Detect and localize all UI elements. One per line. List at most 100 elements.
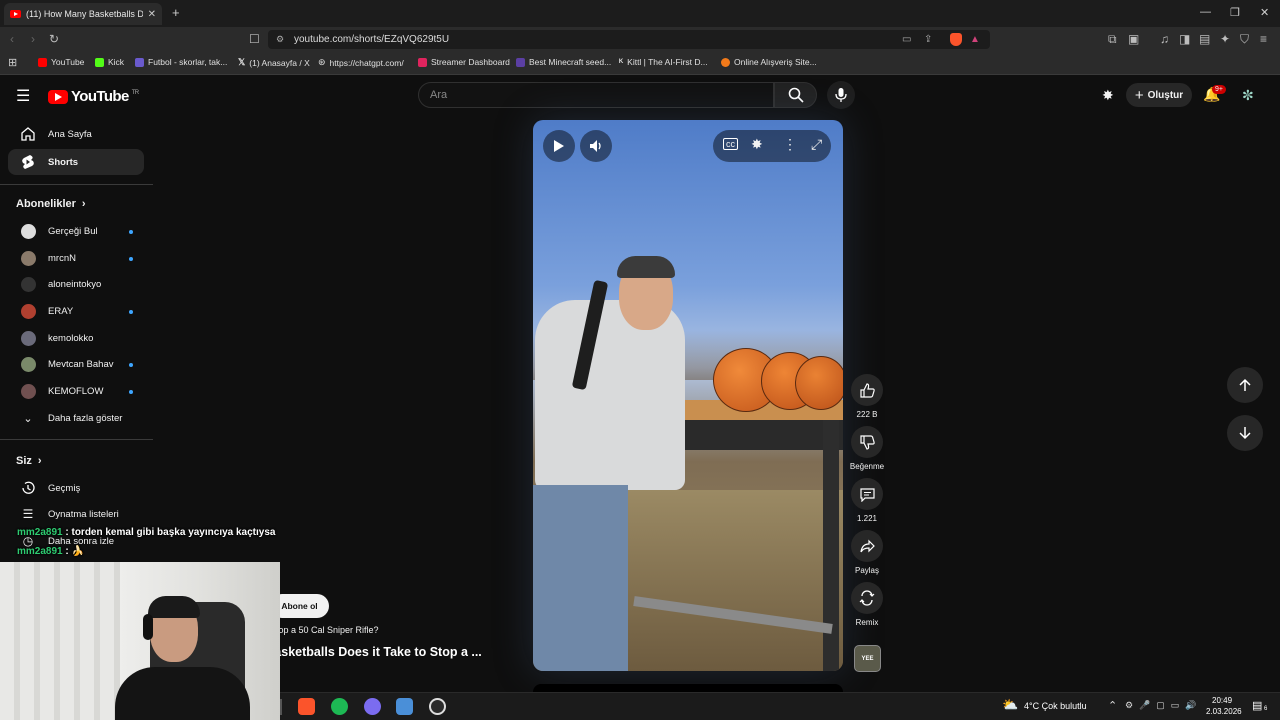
wallet-icon[interactable]: ▤ <box>1199 32 1210 46</box>
back-icon[interactable]: ‹ <box>10 32 14 46</box>
vpn-icon[interactable]: ⛉ <box>1240 32 1249 47</box>
tray-icons[interactable]: ⚙🎤▢▭🔊 <box>1125 700 1203 711</box>
screenshot-icon[interactable]: ▣ <box>1128 32 1139 46</box>
minimize-icon[interactable]: — <box>1200 6 1211 18</box>
bookmark-kick[interactable]: Kick <box>95 57 124 67</box>
notification-center-icon[interactable]: ▤ <box>1252 699 1262 712</box>
streamer-hair <box>148 596 200 618</box>
sidebar-item-mrcnn[interactable]: mrcnN <box>8 245 144 271</box>
brave-rewards-icon[interactable]: ▲ <box>970 30 980 49</box>
bookmark-minecraft[interactable]: Best Minecraft seed... <box>516 57 611 67</box>
avatar <box>20 250 36 266</box>
address-bar[interactable]: ⚙ youtube.com/shorts/EZqVQ629t5U ▭ ⇪ ▲ <box>268 30 990 49</box>
avatar <box>20 356 36 372</box>
youtube-logo[interactable]: YouTube TR <box>48 88 139 105</box>
clock-time[interactable]: 20:49 <box>1212 696 1232 705</box>
bookmark-futbol[interactable]: Futbol - skorlar, tak... <box>135 57 227 67</box>
extensions-icon[interactable]: ⧉ <box>1108 32 1117 47</box>
sidebar-item-aloneintokyo[interactable]: aloneintokyo <box>8 271 144 297</box>
person-torso <box>535 300 685 490</box>
like-button[interactable] <box>851 374 883 406</box>
menu-icon[interactable]: ≡ <box>1260 32 1267 46</box>
install-icon[interactable]: ▭ <box>902 30 911 49</box>
share-icon[interactable]: ⇪ <box>924 30 932 49</box>
channel-badge[interactable]: YEE YEE <box>854 645 881 672</box>
remix-icon[interactable]: ✸ <box>751 136 763 153</box>
restore-icon[interactable]: ❐ <box>1230 6 1240 19</box>
subscriptions-heading[interactable]: Abonelikler › <box>16 198 86 210</box>
previous-short-button[interactable] <box>1227 367 1263 403</box>
close-window-icon[interactable]: ✕ <box>1260 6 1269 19</box>
sidebar-item-shorts[interactable]: Shorts <box>8 149 144 175</box>
play-button[interactable] <box>543 130 575 162</box>
sidebar-toggle-icon[interactable]: ◨ <box>1179 32 1190 46</box>
shopping-icon <box>721 57 730 67</box>
comments-button[interactable] <box>851 478 883 510</box>
bookmark-x[interactable]: 𝕏 (1) Anasayfa / X <box>238 57 310 68</box>
bookmark-shopping[interactable]: Online Alışveriş Site... <box>721 57 817 67</box>
sidebar-item-playlists[interactable]: ☰ Oynatma listeleri <box>8 501 144 527</box>
playlist-icon: ☰ <box>22 507 34 521</box>
sidebar-item-history[interactable]: Geçmiş <box>8 475 144 501</box>
brave-browser-icon[interactable] <box>298 698 315 715</box>
dislike-button[interactable] <box>851 426 883 458</box>
bookmark-icon[interactable]: ☐ <box>249 32 260 46</box>
sidebar-item-kemolokko[interactable]: kemolokko <box>8 325 144 351</box>
futbol-icon <box>135 57 144 67</box>
media-icon[interactable]: ♫ <box>1160 32 1169 46</box>
tray-chevron-icon[interactable]: ⌃ <box>1108 699 1117 712</box>
weather-text[interactable]: 4°C Çok bulutlu <box>1024 701 1087 711</box>
search-input[interactable]: Ara <box>418 82 774 108</box>
voice-search-button[interactable] <box>827 81 855 109</box>
fullscreen-icon[interactable]: ⤢ <box>811 136 822 153</box>
sidebar-item-kemoflow[interactable]: KEMOFLOW <box>8 378 144 404</box>
browser-tab[interactable]: (11) How Many Basketballs Does ✕ <box>4 3 162 25</box>
shorts-remix-icon[interactable]: ✸ <box>1102 87 1114 104</box>
avatar[interactable]: ✼ <box>1242 87 1254 104</box>
obs-icon[interactable] <box>429 698 446 715</box>
create-button[interactable]: + Oluştur <box>1126 83 1192 107</box>
next-short-button[interactable] <box>1227 415 1263 451</box>
apps-grid-icon[interactable]: ⊞ <box>8 56 17 69</box>
bookmark-label: YouTube <box>51 57 85 67</box>
bookmark-label: Futbol - skorlar, tak... <box>148 57 228 67</box>
tab-title: (11) How Many Basketballs Does <box>26 9 143 19</box>
next-short-preview[interactable] <box>533 684 843 692</box>
sidebar-show-more[interactable]: ⌄ Daha fazla göster <box>8 405 144 431</box>
bookmark-youtube[interactable]: YouTube <box>38 57 84 67</box>
you-heading[interactable]: Siz › <box>16 455 42 467</box>
play-icon <box>554 140 564 152</box>
subscription-name: ERAY <box>48 305 74 317</box>
video-context-title[interactable]: Stop a 50 Cal Sniper Rifle? <box>270 625 379 635</box>
share-button[interactable] <box>851 530 883 562</box>
site-info-icon[interactable]: ⚙ <box>276 30 284 49</box>
shorts-video-player[interactable]: cc ✸ ⋮ ⤢ <box>533 120 843 671</box>
clock-date[interactable]: 2.03.2026 <box>1206 707 1242 716</box>
sidebar-item-gercegi-bul[interactable]: Gerçeği Bul <box>8 218 144 244</box>
forward-icon[interactable]: › <box>31 32 35 46</box>
bookmark-streamer-dashboard[interactable]: Streamer Dashboard <box>418 57 510 67</box>
discord-icon[interactable] <box>364 698 381 715</box>
sidebar-item-home[interactable]: Ana Sayfa <box>8 121 144 147</box>
captions-icon[interactable]: cc <box>723 138 738 150</box>
sidebar-item-mevtcan-bahav[interactable]: Mevtcan Bahav <box>8 351 144 377</box>
search-button[interactable] <box>774 82 817 108</box>
volume-button[interactable] <box>580 130 612 162</box>
close-tab-icon[interactable]: ✕ <box>148 9 156 20</box>
spotify-icon[interactable] <box>331 698 348 715</box>
remix-button[interactable] <box>851 582 883 614</box>
bookmark-label: Streamer Dashboard <box>431 57 510 67</box>
leo-ai-icon[interactable]: ✦ <box>1220 32 1230 46</box>
youtube-favicon-icon <box>10 10 21 18</box>
reload-icon[interactable]: ↻ <box>49 32 59 46</box>
brave-shield-icon[interactable] <box>950 33 962 46</box>
bookmark-kittl[interactable]: ᴷ Kittl | The AI-First D... <box>619 57 708 67</box>
new-tab-icon[interactable]: + <box>172 5 180 20</box>
app-icon[interactable] <box>396 698 413 715</box>
bookmark-chatgpt[interactable]: ⊛ https://chatgpt.com/ <box>318 57 404 68</box>
more-options-icon[interactable]: ⋮ <box>783 136 797 153</box>
chat-message: mm2a891 : torden kemal gibi başka yayınc… <box>17 527 275 538</box>
channel-badge-text: YEE YEE <box>861 656 874 662</box>
sidebar-item-eray[interactable]: ERAY <box>8 298 144 324</box>
hamburger-menu-icon[interactable]: ☰ <box>16 86 30 106</box>
